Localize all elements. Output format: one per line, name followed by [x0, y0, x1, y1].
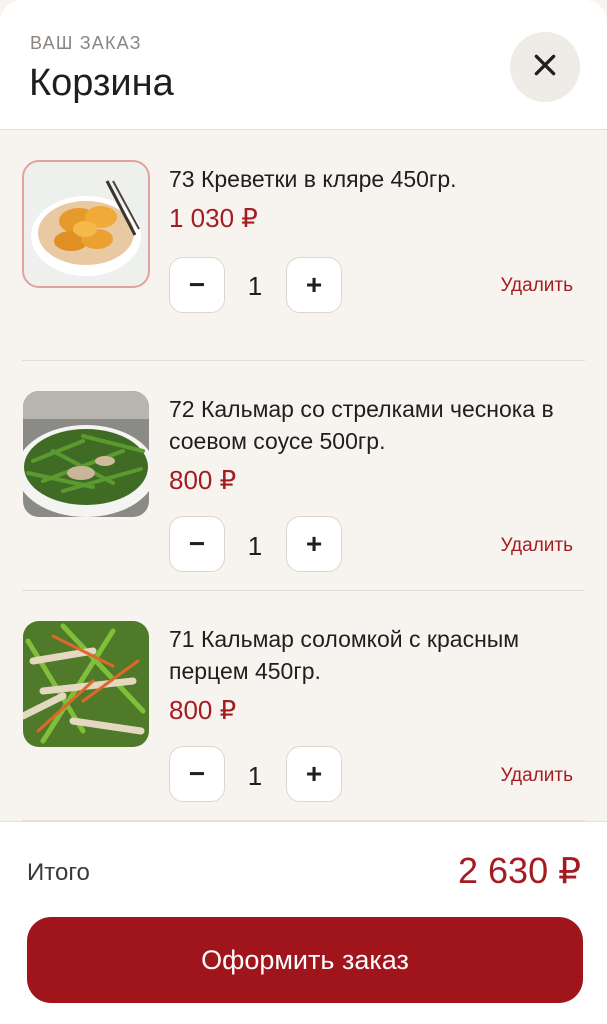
quantity-value: 1	[247, 271, 263, 301]
page-title: Корзина	[29, 62, 174, 104]
squid-garlic-shoots-image	[23, 391, 149, 517]
item-name: 72 Кальмар со стрелками чеснока в соевом…	[169, 396, 554, 454]
cart-item: 73 Креветки в кляре 450гр. 1 030 ₽ − 1 +…	[22, 131, 585, 361]
item-name: 73 Креветки в кляре 450гр.	[169, 166, 457, 192]
decrease-quantity-button[interactable]: −	[169, 257, 225, 313]
item-price: 800 ₽	[169, 465, 237, 495]
remove-item-button[interactable]: Удалить	[500, 275, 573, 297]
cart-header: ВАШ ЗАКАЗ Корзина	[0, 0, 607, 130]
close-button[interactable]	[510, 32, 580, 102]
item-price: 800 ₽	[169, 695, 237, 725]
total-label: Итого	[27, 859, 90, 886]
quantity-value: 1	[247, 531, 263, 561]
item-price: 1 030 ₽	[169, 203, 258, 233]
cart-item: 71 Кальмар соломкой с красным перцем 450…	[22, 591, 585, 821]
quantity-value: 1	[247, 761, 263, 791]
cart-item: 72 Кальмар со стрелками чеснока в соевом…	[22, 361, 585, 591]
increase-quantity-button[interactable]: +	[286, 257, 342, 313]
header-eyebrow: ВАШ ЗАКАЗ	[30, 33, 142, 53]
total-value: 2 630 ₽	[458, 850, 581, 891]
decrease-quantity-button[interactable]: −	[169, 516, 225, 572]
decrease-quantity-button[interactable]: −	[169, 746, 225, 802]
squid-strips-red-pepper-image	[23, 621, 149, 747]
cart-footer: Итого 2 630 ₽ Оформить заказ	[0, 821, 607, 1024]
cart-sheet: ВАШ ЗАКАЗ Корзина 73 Креветки в кляре 45…	[0, 0, 607, 1024]
item-name: 71 Кальмар соломкой с красным перцем 450…	[169, 626, 520, 684]
increase-quantity-button[interactable]: +	[286, 516, 342, 572]
remove-item-button[interactable]: Удалить	[500, 535, 573, 557]
checkout-button[interactable]: Оформить заказ	[27, 917, 583, 1003]
remove-item-button[interactable]: Удалить	[500, 765, 573, 787]
increase-quantity-button[interactable]: +	[286, 746, 342, 802]
close-icon	[532, 52, 558, 83]
shrimp-in-batter-image	[22, 160, 150, 288]
cart-items-list: 73 Креветки в кляре 450гр. 1 030 ₽ − 1 +…	[0, 131, 607, 821]
